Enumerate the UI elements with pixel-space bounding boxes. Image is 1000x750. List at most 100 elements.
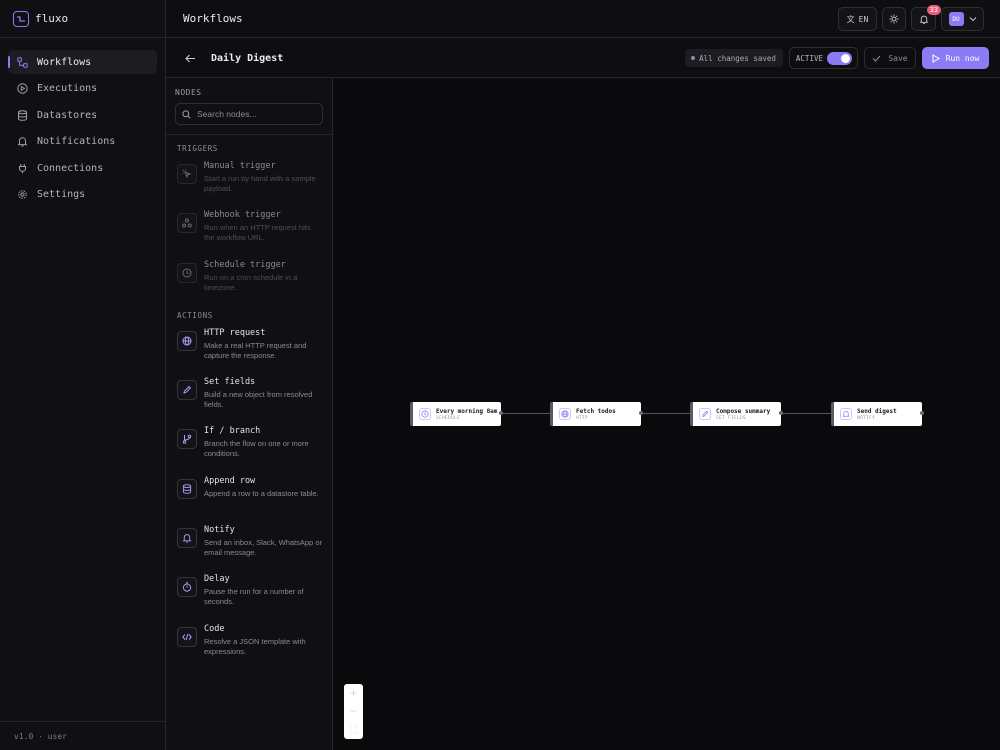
node-code[interactable]: Code Resolve a JSON template with expres… — [166, 624, 332, 673]
connection-line — [642, 413, 690, 414]
node-set-fields[interactable]: Set fields Build a new object from resol… — [166, 377, 332, 426]
user-menu-button[interactable]: DU — [941, 7, 984, 31]
workflow-canvas[interactable]: Every morning 8am SCHEDULE Fetch todos H… — [334, 79, 1000, 750]
save-button[interactable]: Save — [864, 47, 916, 69]
workflow-actions: All changes saved ACTIVE Save Run now — [685, 47, 989, 69]
node-description: Send an inbox, Slack, WhatsApp or email … — [204, 538, 322, 558]
node-type: HTTP — [576, 415, 589, 421]
brand[interactable]: fluxo — [0, 0, 165, 38]
translate-icon: 文 — [846, 14, 855, 24]
output-port[interactable] — [920, 411, 924, 415]
globe-icon — [559, 408, 571, 420]
node-name: Delay — [204, 574, 230, 585]
active-toggle[interactable]: ACTIVE — [788, 47, 858, 69]
node-delay[interactable]: Delay Pause the run for a number of seco… — [166, 574, 332, 623]
node-manual-trigger[interactable]: Manual trigger Start a run by hand with … — [166, 161, 332, 210]
save-status-label: All changes saved — [699, 53, 776, 63]
node-description: Append a row to a datastore table. — [204, 488, 319, 498]
node-name: Code — [204, 623, 225, 634]
zoom-out-button[interactable]: − — [350, 705, 357, 717]
actions-list: HTTP request Make a real HTTP request an… — [166, 328, 332, 673]
play-circle-icon — [16, 83, 28, 95]
sidebar-item-label: Notifications — [37, 136, 116, 147]
sidebar-item-workflows[interactable]: Workflows — [8, 50, 157, 74]
node-notify[interactable]: Notify Send an inbox, Slack, WhatsApp or… — [166, 525, 332, 574]
sidebar-item-executions[interactable]: Executions — [8, 77, 157, 101]
bell-icon — [840, 408, 852, 420]
node-http-request[interactable]: HTTP request Make a real HTTP request an… — [166, 328, 332, 377]
triggers-section-label: TRIGGERS — [177, 144, 218, 153]
header-actions: 文 EN 33 DU — [838, 5, 984, 31]
check-icon — [872, 55, 881, 62]
actions-section-label: ACTIONS — [177, 310, 213, 320]
avatar: DU — [948, 12, 964, 26]
sidebar-nav: Workflows Executions Datastores Notifica… — [0, 38, 165, 221]
workflow-node-schedule[interactable]: Every morning 8am SCHEDULE — [410, 402, 501, 426]
database-icon — [177, 478, 197, 499]
fit-view-button[interactable]: ⛶ — [350, 725, 356, 735]
theme-toggle-button[interactable] — [882, 7, 906, 31]
node-type: NOTIFY — [857, 415, 876, 421]
output-port[interactable] — [639, 411, 643, 415]
node-description: Make a real HTTP request and capture the… — [204, 340, 307, 360]
active-switch[interactable] — [827, 51, 852, 65]
node-if-branch[interactable]: If / branch Branch the flow on one or mo… — [166, 426, 332, 475]
sidebar-item-datastores[interactable]: Datastores — [8, 103, 157, 127]
connection-line — [502, 413, 550, 414]
node-name: Webhook trigger — [204, 210, 281, 221]
divider — [166, 134, 332, 135]
workflow-title[interactable]: Daily Digest — [211, 53, 283, 64]
code-icon — [177, 626, 197, 647]
workflow-node-set-fields[interactable]: Compose summary SET FIELDS — [690, 402, 781, 426]
node-append-row[interactable]: Append row Append a row to a datastore t… — [166, 476, 332, 525]
node-name: Schedule trigger — [204, 259, 286, 270]
run-now-button[interactable]: Run now — [922, 47, 989, 69]
bell-icon — [177, 528, 197, 549]
search-box[interactable] — [175, 103, 323, 125]
node-description: Start a run by hand with a sample payloa… — [204, 174, 316, 193]
panel-title: NODES — [175, 88, 202, 97]
sidebar-item-label: Datastores — [37, 109, 98, 121]
run-label: Run now — [945, 53, 980, 63]
sidebar-item-connections[interactable]: Connections — [8, 156, 157, 180]
node-name: Manual trigger — [204, 161, 276, 171]
workflow-node-notify[interactable]: Send digest NOTIFY — [831, 402, 922, 426]
output-port[interactable] — [779, 411, 783, 415]
brand-name: fluxo — [35, 12, 69, 25]
search-icon — [182, 109, 191, 119]
language-button[interactable]: 文 EN — [838, 7, 877, 31]
node-schedule-trigger[interactable]: Schedule trigger Run on a cron schedule … — [166, 260, 332, 309]
sun-icon — [889, 14, 899, 24]
sidebar-item-settings[interactable]: Settings — [8, 183, 157, 207]
gear-icon — [16, 189, 28, 201]
node-name: HTTP request — [204, 327, 266, 338]
search-input[interactable] — [197, 109, 317, 119]
node-panel: NODES TRIGGERS Manual trigger Start a ru… — [166, 78, 333, 750]
node-webhook-trigger[interactable]: Webhook trigger Run when an HTTP request… — [166, 210, 332, 259]
active-label: ACTIVE — [795, 53, 823, 63]
node-description: Run on a cron schedule in a timezone. — [204, 272, 298, 292]
node-description: Branch the flow on one or more condition… — [204, 439, 309, 459]
node-name: Notify — [204, 525, 235, 536]
sidebar-item-notifications[interactable]: Notifications — [8, 130, 157, 154]
webhook-icon — [177, 213, 197, 234]
workflow-node-http[interactable]: Fetch todos HTTP — [550, 402, 641, 426]
notifications-button[interactable]: 33 — [911, 5, 941, 31]
timer-icon — [177, 577, 197, 598]
pencil-icon — [177, 380, 197, 401]
workflow-header: Daily Digest All changes saved ACTIVE Sa… — [166, 39, 1000, 78]
plug-icon — [16, 162, 28, 174]
output-port[interactable] — [499, 411, 503, 415]
sidebar-item-label: Executions — [37, 83, 98, 94]
sidebar-item-label: Settings — [37, 189, 86, 200]
node-type: SCHEDULE — [436, 415, 461, 421]
zoom-in-button[interactable]: + — [350, 687, 357, 699]
node-type: SET FIELDS — [716, 415, 747, 421]
pencil-icon — [699, 408, 711, 420]
logo-icon — [13, 10, 29, 27]
node-description: Run when an HTTP request hits the workfl… — [204, 223, 311, 243]
node-title: Fetch todos — [576, 407, 616, 415]
node-description: Build a new object from resolved fields. — [204, 390, 313, 410]
back-button[interactable] — [183, 51, 197, 65]
chevron-down-icon — [969, 17, 976, 22]
